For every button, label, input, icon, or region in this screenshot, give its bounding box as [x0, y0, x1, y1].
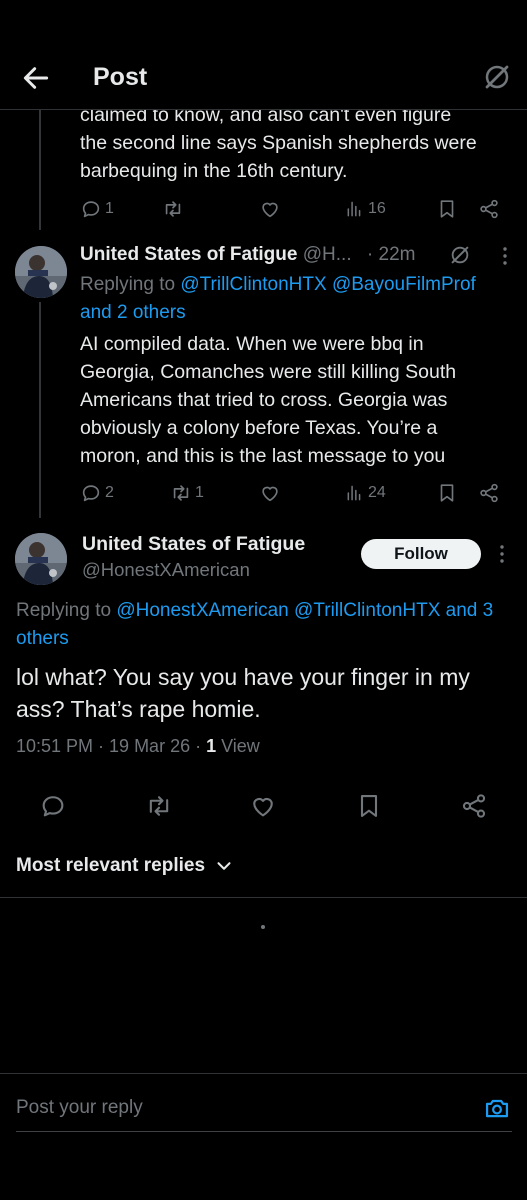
replying-to: Replying to @TrillClintonHTX @BayouFilmP…: [80, 274, 476, 323]
views-icon: [345, 483, 365, 503]
follow-button[interactable]: Follow: [361, 539, 481, 569]
views-button[interactable]: 24: [345, 479, 386, 507]
like-icon: [259, 198, 281, 220]
share-button[interactable]: [478, 195, 503, 223]
bookmark-icon: [436, 198, 458, 220]
like-button[interactable]: [259, 479, 284, 507]
reply2-text: AI compiled data. When we were bbq in Ge…: [80, 333, 457, 467]
reply-input[interactable]: Post your reply: [16, 1097, 143, 1119]
repost-button[interactable]: [162, 195, 187, 223]
bookmark-button[interactable]: [436, 479, 461, 507]
page-title: Post: [93, 63, 148, 91]
handle: @HonestXAmerican: [82, 559, 250, 580]
timestamp: · 22m: [366, 244, 416, 265]
share-icon: [478, 482, 500, 504]
repost-icon: [170, 482, 192, 504]
loading-dot: [261, 925, 265, 929]
views-button[interactable]: 16: [345, 195, 386, 223]
avatar[interactable]: [15, 246, 67, 298]
post-meta: 10:51 PM · 19 Mar 26 · 1 View: [16, 736, 260, 757]
post-text: lol what? You say you have your finger i…: [16, 664, 470, 722]
parent-reply-actions: 1 16: [80, 195, 510, 223]
reply-icon: [80, 482, 102, 504]
chevron-down-icon: [217, 862, 231, 870]
reply-icon: [80, 198, 102, 220]
camera-icon[interactable]: [483, 1094, 511, 1122]
bookmark-icon[interactable]: [355, 792, 383, 820]
display-name[interactable]: United States of Fatigue: [80, 244, 297, 265]
thread-line: [39, 302, 41, 518]
handle[interactable]: @H...: [303, 244, 352, 265]
replies-sort-dropdown[interactable]: Most relevant replies: [16, 855, 235, 877]
view-count: 1: [206, 736, 217, 756]
top-app-bar: Post: [0, 0, 527, 110]
post-timestamp: 10:51 PM · 19 Mar 26 ·: [16, 736, 207, 756]
grok-icon[interactable]: [449, 244, 471, 266]
input-underline: [16, 1131, 512, 1132]
replying-to: Replying to @HonestXAmerican @TrillClint…: [16, 600, 494, 649]
repost-icon: [162, 198, 184, 220]
more-icon[interactable]: [494, 544, 510, 564]
view-label: View: [216, 736, 260, 756]
like-icon: [259, 482, 281, 504]
repost-button[interactable]: 1: [170, 479, 204, 507]
avatar[interactable]: [15, 533, 67, 585]
main-post-author[interactable]: United States of Fatigue @HonestXAmerica…: [82, 533, 305, 581]
divider: [0, 897, 527, 898]
grok-icon[interactable]: [482, 62, 512, 92]
more-icon[interactable]: [497, 246, 513, 266]
display-name: United States of Fatigue: [82, 533, 306, 555]
bookmark-icon: [436, 482, 458, 504]
like-icon[interactable]: [249, 792, 277, 820]
thread-line: [39, 110, 41, 230]
share-button[interactable]: [478, 479, 503, 507]
views-icon: [345, 199, 365, 219]
reply-icon[interactable]: [39, 792, 67, 820]
main-post-actions: [0, 790, 527, 824]
repost-icon[interactable]: [145, 792, 173, 820]
reply2-header: United States of Fatigue @H... · 22m: [80, 244, 415, 266]
reply-button[interactable]: 1: [80, 195, 114, 223]
like-button[interactable]: [259, 195, 284, 223]
reply-button[interactable]: 2: [80, 479, 114, 507]
reply2-actions: 2 1 24: [80, 479, 510, 507]
back-arrow-icon[interactable]: [20, 62, 52, 94]
share-icon: [478, 198, 500, 220]
reply-composer: Post your reply: [0, 1073, 527, 1200]
parent-reply-text: claimed to know, and also can't even fig…: [80, 104, 477, 182]
share-icon[interactable]: [460, 792, 488, 820]
bookmark-button[interactable]: [436, 195, 461, 223]
